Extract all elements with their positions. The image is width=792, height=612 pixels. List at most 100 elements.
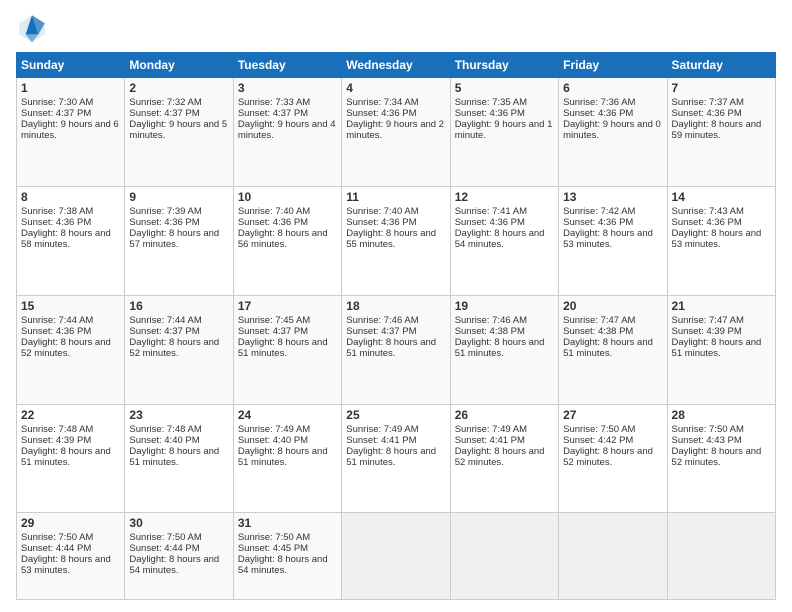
day-number: 5 (455, 81, 554, 95)
sunrise-label: Sunrise: 7:49 AM (238, 424, 310, 435)
sunrise-label: Sunrise: 7:34 AM (346, 97, 418, 108)
sunset-label: Sunset: 4:44 PM (129, 543, 199, 554)
daylight-label: Daylight: 8 hours and 56 minutes. (238, 228, 328, 250)
sunrise-label: Sunrise: 7:30 AM (21, 97, 93, 108)
sunrise-label: Sunrise: 7:46 AM (455, 315, 527, 326)
sunset-label: Sunset: 4:37 PM (129, 108, 199, 119)
daylight-label: Daylight: 8 hours and 52 minutes. (129, 337, 219, 359)
daylight-label: Daylight: 9 hours and 6 minutes. (21, 119, 119, 141)
sunset-label: Sunset: 4:38 PM (455, 326, 525, 337)
calendar-cell: 25Sunrise: 7:49 AMSunset: 4:41 PMDayligh… (342, 404, 450, 513)
calendar-header-sunday: Sunday (17, 53, 125, 78)
calendar-week-row-2: 8Sunrise: 7:38 AMSunset: 4:36 PMDaylight… (17, 186, 776, 295)
sunrise-label: Sunrise: 7:37 AM (672, 97, 744, 108)
calendar-cell: 13Sunrise: 7:42 AMSunset: 4:36 PMDayligh… (559, 186, 667, 295)
daylight-label: Daylight: 9 hours and 0 minutes. (563, 119, 661, 141)
day-number: 23 (129, 408, 228, 422)
daylight-label: Daylight: 8 hours and 51 minutes. (563, 337, 653, 359)
sunrise-label: Sunrise: 7:50 AM (563, 424, 635, 435)
logo-icon (16, 12, 48, 44)
sunrise-label: Sunrise: 7:35 AM (455, 97, 527, 108)
sunset-label: Sunset: 4:36 PM (346, 217, 416, 228)
calendar-cell: 10Sunrise: 7:40 AMSunset: 4:36 PMDayligh… (233, 186, 341, 295)
daylight-label: Daylight: 8 hours and 54 minutes. (238, 554, 328, 576)
calendar-cell: 7Sunrise: 7:37 AMSunset: 4:36 PMDaylight… (667, 78, 775, 187)
daylight-label: Daylight: 8 hours and 51 minutes. (129, 446, 219, 468)
sunrise-label: Sunrise: 7:50 AM (238, 532, 310, 543)
daylight-label: Daylight: 8 hours and 53 minutes. (21, 554, 111, 576)
calendar-cell: 17Sunrise: 7:45 AMSunset: 4:37 PMDayligh… (233, 295, 341, 404)
sunset-label: Sunset: 4:37 PM (238, 108, 308, 119)
day-number: 21 (672, 299, 771, 313)
header (16, 12, 776, 44)
daylight-label: Daylight: 8 hours and 54 minutes. (129, 554, 219, 576)
daylight-label: Daylight: 8 hours and 51 minutes. (672, 337, 762, 359)
sunset-label: Sunset: 4:39 PM (21, 435, 91, 446)
day-number: 28 (672, 408, 771, 422)
calendar-cell: 29Sunrise: 7:50 AMSunset: 4:44 PMDayligh… (17, 513, 125, 600)
sunset-label: Sunset: 4:36 PM (672, 217, 742, 228)
calendar-cell: 22Sunrise: 7:48 AMSunset: 4:39 PMDayligh… (17, 404, 125, 513)
sunrise-label: Sunrise: 7:39 AM (129, 206, 201, 217)
day-number: 18 (346, 299, 445, 313)
calendar-cell: 8Sunrise: 7:38 AMSunset: 4:36 PMDaylight… (17, 186, 125, 295)
calendar-cell: 5Sunrise: 7:35 AMSunset: 4:36 PMDaylight… (450, 78, 558, 187)
sunset-label: Sunset: 4:44 PM (21, 543, 91, 554)
sunrise-label: Sunrise: 7:40 AM (346, 206, 418, 217)
sunset-label: Sunset: 4:45 PM (238, 543, 308, 554)
daylight-label: Daylight: 8 hours and 51 minutes. (238, 337, 328, 359)
calendar-table: SundayMondayTuesdayWednesdayThursdayFrid… (16, 52, 776, 600)
calendar-cell: 19Sunrise: 7:46 AMSunset: 4:38 PMDayligh… (450, 295, 558, 404)
sunrise-label: Sunrise: 7:38 AM (21, 206, 93, 217)
sunset-label: Sunset: 4:36 PM (455, 108, 525, 119)
calendar-cell (667, 513, 775, 600)
day-number: 12 (455, 190, 554, 204)
day-number: 29 (21, 516, 120, 530)
sunset-label: Sunset: 4:38 PM (563, 326, 633, 337)
daylight-label: Daylight: 8 hours and 53 minutes. (563, 228, 653, 250)
calendar-cell: 28Sunrise: 7:50 AMSunset: 4:43 PMDayligh… (667, 404, 775, 513)
sunrise-label: Sunrise: 7:47 AM (563, 315, 635, 326)
sunrise-label: Sunrise: 7:46 AM (346, 315, 418, 326)
day-number: 15 (21, 299, 120, 313)
sunset-label: Sunset: 4:42 PM (563, 435, 633, 446)
calendar-header-friday: Friday (559, 53, 667, 78)
calendar-week-row-3: 15Sunrise: 7:44 AMSunset: 4:36 PMDayligh… (17, 295, 776, 404)
daylight-label: Daylight: 8 hours and 53 minutes. (672, 228, 762, 250)
calendar-cell: 31 Sunrise: 7:50 AMSunset: 4:45 PMDayligh… (233, 513, 341, 600)
calendar-cell: 1Sunrise: 7:30 AMSunset: 4:37 PMDaylight… (17, 78, 125, 187)
sunrise-label: Sunrise: 7:44 AM (129, 315, 201, 326)
sunset-label: Sunset: 4:41 PM (346, 435, 416, 446)
sunrise-label: Sunrise: 7:50 AM (129, 532, 201, 543)
sunrise-label: Sunrise: 7:47 AM (672, 315, 744, 326)
day-number: 1 (21, 81, 120, 95)
daylight-label: Daylight: 9 hours and 4 minutes. (238, 119, 336, 141)
day-number: 11 (346, 190, 445, 204)
daylight-label: Daylight: 8 hours and 51 minutes. (346, 446, 436, 468)
day-number: 9 (129, 190, 228, 204)
day-number: 27 (563, 408, 662, 422)
daylight-label: Daylight: 8 hours and 52 minutes. (563, 446, 653, 468)
sunset-label: Sunset: 4:40 PM (129, 435, 199, 446)
sunset-label: Sunset: 4:37 PM (129, 326, 199, 337)
sunset-label: Sunset: 4:39 PM (672, 326, 742, 337)
calendar-week-row-1: 1Sunrise: 7:30 AMSunset: 4:37 PMDaylight… (17, 78, 776, 187)
calendar-header-tuesday: Tuesday (233, 53, 341, 78)
daylight-label: Daylight: 8 hours and 54 minutes. (455, 228, 545, 250)
day-number: 25 (346, 408, 445, 422)
daylight-label: Daylight: 8 hours and 51 minutes. (346, 337, 436, 359)
calendar-cell: 21 Sunrise: 7:47 AMSunset: 4:39 PMDayligh… (667, 295, 775, 404)
day-number: 16 (129, 299, 228, 313)
calendar-header-thursday: Thursday (450, 53, 558, 78)
day-number: 31 (238, 516, 337, 530)
day-number: 17 (238, 299, 337, 313)
sunrise-label: Sunrise: 7:44 AM (21, 315, 93, 326)
sunset-label: Sunset: 4:37 PM (346, 326, 416, 337)
calendar-header-row: SundayMondayTuesdayWednesdayThursdayFrid… (17, 53, 776, 78)
sunset-label: Sunset: 4:36 PM (346, 108, 416, 119)
daylight-label: Daylight: 8 hours and 52 minutes. (455, 446, 545, 468)
sunset-label: Sunset: 4:36 PM (455, 217, 525, 228)
calendar-cell: 26Sunrise: 7:49 AMSunset: 4:41 PMDayligh… (450, 404, 558, 513)
daylight-label: Daylight: 8 hours and 52 minutes. (21, 337, 111, 359)
calendar-cell: 14Sunrise: 7:43 AMSunset: 4:36 PMDayligh… (667, 186, 775, 295)
